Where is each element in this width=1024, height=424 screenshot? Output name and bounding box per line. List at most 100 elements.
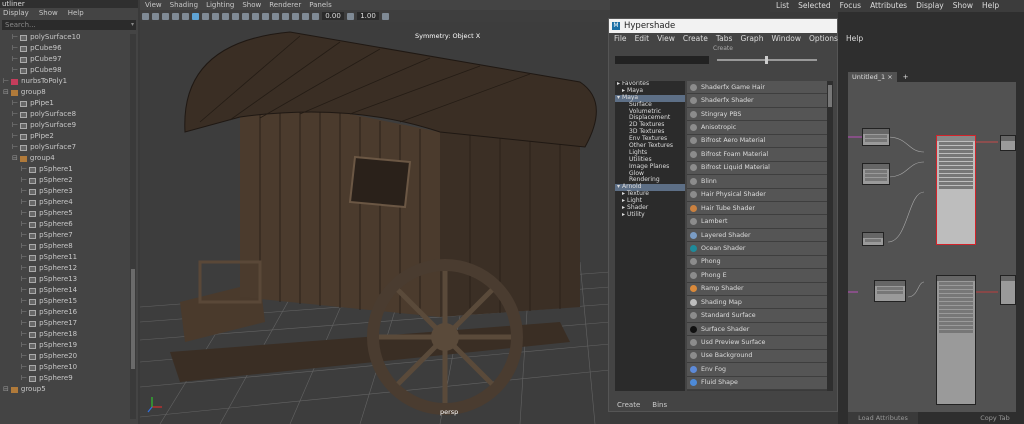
viewport-menu-lighting[interactable]: Lighting <box>206 0 234 10</box>
outliner-menu-help[interactable]: Help <box>68 8 84 18</box>
outliner-item[interactable]: ⊢ pSphere20 <box>0 351 138 362</box>
lights-icon[interactable] <box>222 12 229 20</box>
shading-group-node-1[interactable] <box>1000 135 1016 151</box>
expand-toggle-icon[interactable]: ⊟ <box>3 384 9 395</box>
expand-toggle-icon[interactable]: ⊟ <box>12 153 18 164</box>
shader-list-scrollbar[interactable] <box>827 81 833 391</box>
outliner-item[interactable]: ⊢ pSphere1 <box>0 164 138 175</box>
hypershade-title-bar[interactable]: M Hypershade <box>609 19 837 33</box>
texture-node-1[interactable] <box>862 128 890 146</box>
menu-list[interactable]: List <box>776 0 789 12</box>
hs-menu-view[interactable]: View <box>657 33 675 45</box>
hs-menu-create[interactable]: Create <box>683 33 708 45</box>
viewport-menu-view[interactable]: View <box>145 0 162 10</box>
outliner-item[interactable]: ⊢ pSphere10 <box>0 362 138 373</box>
viewport-menu-renderer[interactable]: Renderer <box>269 0 301 10</box>
tab-untitled[interactable]: Untitled_1 × <box>848 72 897 82</box>
shader-item[interactable]: Usd Preview Surface <box>687 336 827 350</box>
outliner-item[interactable]: ⊢ polySurface10 <box>0 32 138 43</box>
outliner-item[interactable]: ⊢ pPipe1 <box>0 98 138 109</box>
xray-components-icon[interactable] <box>302 12 309 20</box>
outliner-item[interactable]: ⊢ pSphere16 <box>0 307 138 318</box>
icon-size-slider[interactable] <box>717 56 817 64</box>
outliner-item[interactable]: ⊢ pSphere12 <box>0 263 138 274</box>
hs-menu-window[interactable]: Window <box>771 33 801 45</box>
outliner-item[interactable]: ⊢ pSphere9 <box>0 373 138 384</box>
shader-item[interactable]: Shaderfx Game Hair <box>687 81 827 95</box>
outliner-menu-display[interactable]: Display <box>3 8 29 18</box>
exposure-icon[interactable] <box>312 12 319 20</box>
outliner-item[interactable]: ⊢ pSphere7 <box>0 230 138 241</box>
hs-menu-tabs[interactable]: Tabs <box>716 33 733 45</box>
anti-alias-icon[interactable] <box>262 12 269 20</box>
shader-item[interactable]: Bifrost Liquid Material <box>687 161 827 176</box>
outliner-item[interactable]: ⊢ polySurface9 <box>0 120 138 131</box>
smooth-shade-icon[interactable] <box>202 12 209 20</box>
tree-arrow-icon[interactable]: ▾ <box>617 183 620 190</box>
outliner-item[interactable]: ⊟ group4 <box>0 153 138 164</box>
shader-item[interactable]: Ramp Shader <box>687 282 827 296</box>
image-plane-icon[interactable] <box>172 12 179 20</box>
shader-item[interactable]: Fluid Shape <box>687 376 827 391</box>
outliner-item[interactable]: ⊢ pSphere5 <box>0 208 138 219</box>
tab-create[interactable]: Create <box>617 399 640 411</box>
viewport-menu-show[interactable]: Show <box>242 0 261 10</box>
menu-selected[interactable]: Selected <box>798 0 831 12</box>
outliner-item[interactable]: ⊢ pSphere4 <box>0 197 138 208</box>
shader-item[interactable]: Hair Tube Shader <box>687 201 827 216</box>
hs-menu-help[interactable]: Help <box>846 33 863 45</box>
tree-node[interactable]: ▸ Light <box>615 197 685 205</box>
outliner-item[interactable]: ⊢ polySurface8 <box>0 109 138 120</box>
tree-arrow-icon[interactable]: ▸ <box>622 211 625 218</box>
outliner-item[interactable]: ⊢ pCube98 <box>0 65 138 76</box>
outliner-item[interactable]: ⊢ pSphere15 <box>0 296 138 307</box>
grid-icon[interactable] <box>182 12 189 20</box>
bump-node[interactable] <box>874 280 906 302</box>
xray-joints-icon[interactable] <box>292 12 299 20</box>
outliner-item[interactable]: ⊢ pSphere11 <box>0 252 138 263</box>
menu-attributes[interactable]: Attributes <box>870 0 907 12</box>
add-tab-icon[interactable]: + <box>899 72 913 82</box>
shader-node-selected[interactable] <box>936 135 976 245</box>
color-management-icon[interactable] <box>382 12 389 20</box>
tree-node[interactable]: ▸ Utility <box>615 211 685 219</box>
tree-node[interactable]: Other Textures <box>615 142 685 150</box>
shader-item[interactable]: Surface Shader <box>687 322 827 337</box>
shader-item[interactable]: Bifrost Foam Material <box>687 148 827 162</box>
tree-arrow-icon[interactable]: ▸ <box>617 81 620 87</box>
tree-node[interactable]: ▸ Texture <box>615 190 685 198</box>
outliner-search-input[interactable]: Search... ▾ <box>2 20 136 30</box>
wireframe-icon[interactable] <box>192 12 199 20</box>
outliner-item[interactable]: ⊢ pSphere6 <box>0 219 138 230</box>
shader-item[interactable]: Hair Physical Shader <box>687 188 827 202</box>
outliner-item[interactable]: ⊢ pSphere14 <box>0 285 138 296</box>
shader-node-2[interactable] <box>936 275 976 405</box>
hs-menu-file[interactable]: File <box>614 33 627 45</box>
exposure-field[interactable]: 0.00 <box>322 12 344 20</box>
xray-icon[interactable] <box>282 12 289 20</box>
shader-item[interactable]: Env Fog <box>687 363 827 377</box>
3d-scene[interactable] <box>140 22 610 424</box>
outliner-item[interactable]: ⊢ pSphere19 <box>0 340 138 351</box>
shader-item[interactable]: Bifrost Aero Material <box>687 134 827 149</box>
outliner-item[interactable]: ⊢ pSphere18 <box>0 329 138 340</box>
shader-item[interactable]: Shading Map <box>687 296 827 310</box>
shader-item[interactable]: Standard Surface <box>687 309 827 323</box>
shader-item[interactable]: Stingray PBS <box>687 107 827 122</box>
outliner-item[interactable]: ⊢ nurbsToPoly1 <box>0 76 138 87</box>
menu-display[interactable]: Display <box>916 0 944 12</box>
menu-show[interactable]: Show <box>953 0 973 12</box>
shader-item[interactable]: Ocean Shader <box>687 242 827 256</box>
hs-menu-graph[interactable]: Graph <box>740 33 763 45</box>
lock-camera-icon[interactable] <box>152 12 159 20</box>
outliner-item[interactable]: ⊢ pPipe2 <box>0 131 138 142</box>
shadows-icon[interactable] <box>232 12 239 20</box>
outliner-item[interactable]: ⊢ pSphere3 <box>0 186 138 197</box>
gamma-field[interactable]: 1.00 <box>357 12 379 20</box>
menu-focus[interactable]: Focus <box>840 0 861 12</box>
close-icon[interactable]: × <box>887 73 892 81</box>
shader-item[interactable]: Phong <box>687 255 827 270</box>
tree-node[interactable]: ▸ Shader <box>615 204 685 212</box>
tree-arrow-icon[interactable]: ▾ <box>617 94 620 101</box>
tab-bins[interactable]: Bins <box>652 399 667 411</box>
